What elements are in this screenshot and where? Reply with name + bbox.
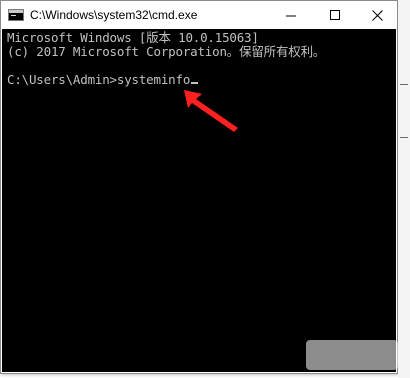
command-prompt-line[interactable]: C:\Users\Admin>systeminfo [7,72,199,87]
title-bar[interactable]: C:\Windows\system32\cmd.exe [1,1,397,29]
console-line: (c) 2017 Microsoft Corporation。保留所有权利。 [7,44,326,59]
command-text: C:\Users\Admin>systeminfo [7,72,191,87]
close-button[interactable] [357,1,397,29]
edge-mark [400,84,408,85]
close-icon [371,9,383,21]
minimize-button[interactable] [269,1,313,29]
console-area[interactable]: Microsoft Windows [版本 10.0.15063] (c) 20… [2,29,396,372]
cmd-window: C:\Windows\system32\cmd.exe Microsoft Wi… [0,0,398,374]
text-cursor [191,82,199,84]
window-title: C:\Windows\system32\cmd.exe [30,8,198,22]
cmd-app-icon[interactable] [8,9,24,21]
maximize-icon [329,9,340,20]
red-arrow-annotation [184,90,238,132]
console-line: Microsoft Windows [版本 10.0.15063] [7,30,259,45]
background-window-edge [398,0,410,378]
edge-mark [400,137,408,138]
minimize-icon [285,15,296,16]
watermark-overlay [306,340,398,370]
arrow-shape [184,90,238,132]
maximize-button[interactable] [313,1,357,29]
